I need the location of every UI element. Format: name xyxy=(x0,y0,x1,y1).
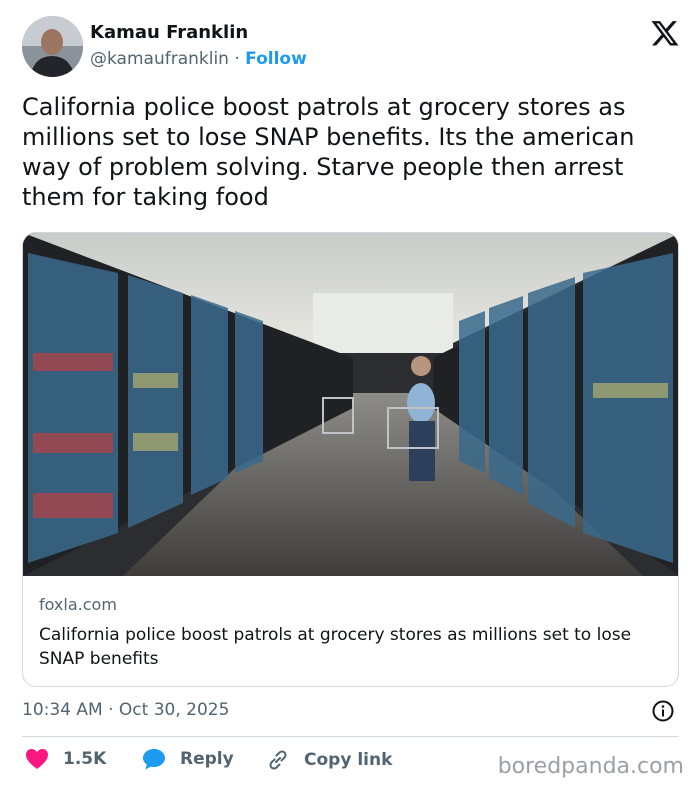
author-handle[interactable]: @kamaufranklin xyxy=(90,49,229,69)
card-title: California police boost patrols at groce… xyxy=(39,625,632,669)
heart-icon xyxy=(26,749,48,769)
separator-dot: · xyxy=(234,49,240,69)
follow-button[interactable]: Follow xyxy=(245,49,307,69)
x-logo-icon[interactable] xyxy=(650,18,680,48)
copy-link-button[interactable]: Copy link xyxy=(266,748,392,772)
avatar[interactable] xyxy=(22,16,83,77)
copy-link-label: Copy link xyxy=(304,750,393,770)
card-image xyxy=(23,233,678,576)
watermark: boredpanda.com xyxy=(497,754,684,779)
link-card[interactable]: foxla.com California police boost patrol… xyxy=(22,232,679,687)
reply-bubble-icon xyxy=(143,749,165,770)
reply-label: Reply xyxy=(180,749,234,769)
author-handle-row: @kamaufranklin · Follow xyxy=(90,49,307,69)
card-domain: foxla.com xyxy=(39,595,117,614)
author-name[interactable]: Kamau Franklin xyxy=(90,22,248,43)
info-icon[interactable] xyxy=(651,699,675,723)
link-icon xyxy=(269,750,287,770)
like-count: 1.5K xyxy=(63,749,107,769)
tweet-header: Kamau Franklin @kamaufranklin · Follow xyxy=(22,16,682,78)
divider xyxy=(22,736,679,737)
tweet-text: California police boost patrols at groce… xyxy=(22,93,635,211)
reply-button[interactable]: Reply xyxy=(142,748,234,770)
tweet-timestamp[interactable]: 10:34 AM · Oct 30, 2025 xyxy=(22,700,229,720)
like-button[interactable]: 1.5K xyxy=(25,748,106,770)
